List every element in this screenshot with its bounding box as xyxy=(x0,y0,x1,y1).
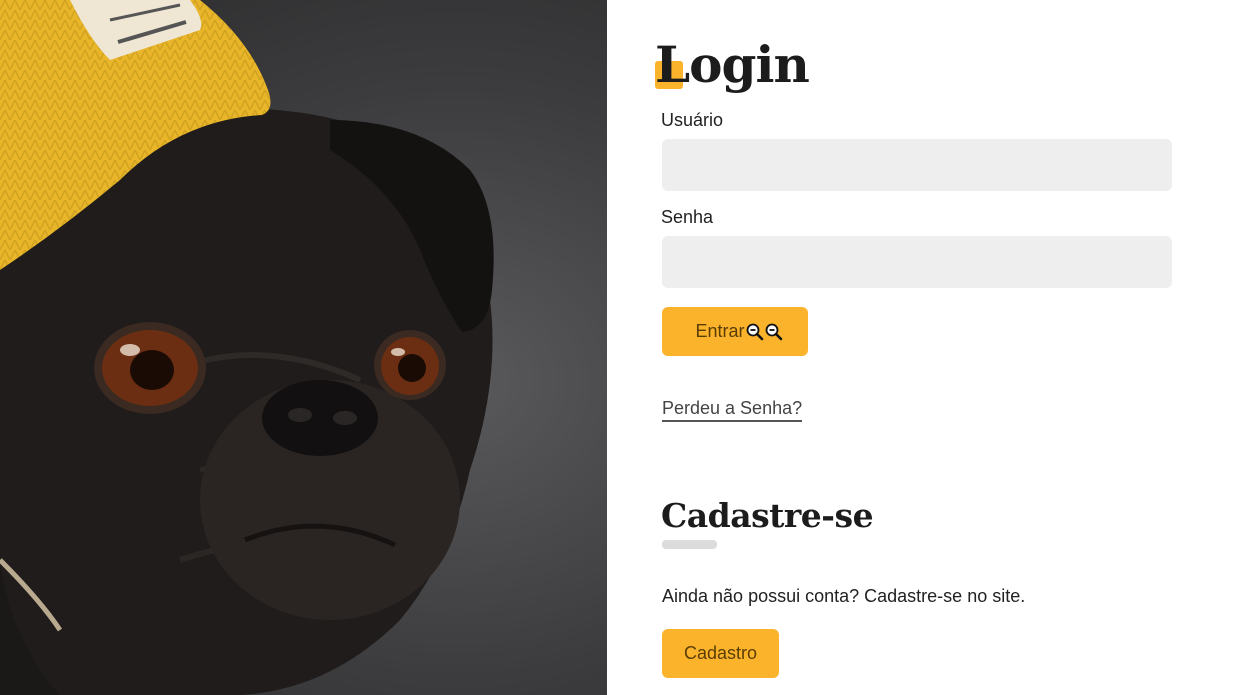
login-title: Login xyxy=(655,35,810,94)
login-panel: Login Usuário Senha Entrar Perdeu a Senh… xyxy=(607,0,1242,695)
signup-title-underline xyxy=(662,540,717,549)
login-submit-label: Entrar xyxy=(695,321,745,341)
login-submit-button[interactable]: Entrar xyxy=(662,307,808,356)
password-input[interactable] xyxy=(662,236,1172,288)
login-title-wrap: Login xyxy=(655,30,810,100)
signup-title: Cadastre-se xyxy=(661,496,874,535)
password-label: Senha xyxy=(661,207,714,227)
username-label: Usuário xyxy=(661,110,724,130)
forgot-password-link[interactable]: Perdeu a Senha? xyxy=(662,398,803,422)
zoom-out-icon xyxy=(746,323,763,340)
username-input[interactable] xyxy=(662,139,1172,191)
signup-button[interactable]: Cadastro xyxy=(662,629,779,678)
hero-photo xyxy=(0,0,607,695)
pug-illustration xyxy=(0,0,494,695)
zoom-out-icon xyxy=(765,323,782,340)
signup-description: Ainda não possui conta? Cadastre-se no s… xyxy=(662,586,1026,606)
